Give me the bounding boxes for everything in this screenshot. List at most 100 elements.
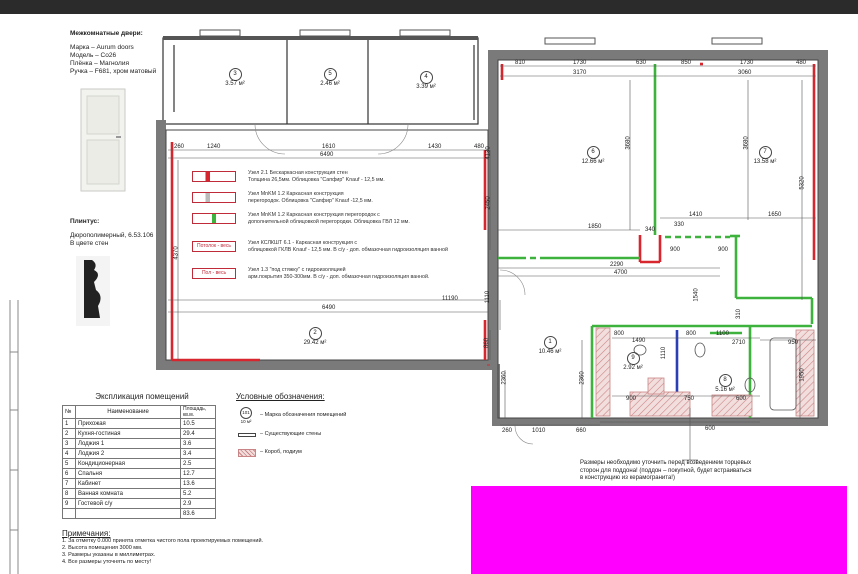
room-marker: 1 10.46 м²	[535, 336, 565, 355]
bath-note: Размеры необходимо уточнить перед возвед…	[580, 460, 752, 481]
legend-text: Узел MnKM 1.2 Каркасная конструкция пере…	[248, 212, 410, 225]
note-item: 3. Размеры указаны в миллиметрах.	[62, 552, 156, 558]
dim-label: 630	[636, 60, 647, 66]
symbols-title: Условные обозначения:	[236, 392, 325, 401]
table-cell: 29.4	[180, 428, 216, 439]
room-number: 7	[758, 146, 772, 159]
dim-label: 660	[576, 428, 587, 434]
table-cell: 4	[62, 448, 76, 459]
dim-label: 950	[788, 340, 799, 346]
table-cell: 1	[62, 418, 76, 429]
room-marker: 4 3.39 м²	[413, 71, 439, 90]
note-item: 1. За отметку 0.000 принята отметка чист…	[62, 538, 264, 544]
dim-label: 1240	[207, 144, 221, 150]
dim-label: 800	[614, 331, 625, 337]
table-cell: 3.6	[180, 438, 216, 449]
legend-row: Узел MnKM 1.2 Каркасная конструкция пере…	[192, 191, 492, 205]
table-row: 3 Лоджия 1 3.6	[62, 438, 216, 449]
legend-text: Узел 1.3 "под стяжку" с гидроизоляцией а…	[248, 267, 430, 280]
dim-label: 600	[705, 426, 716, 432]
table-header-cell: Площадь, кв.м.	[180, 405, 216, 419]
dim-label: 6490	[322, 305, 336, 311]
dim-label: 1110	[661, 346, 668, 360]
dim-label: 2360	[501, 371, 508, 385]
table-row: 8 Ванная комната 5.2	[62, 488, 216, 499]
room-marker: 7 13.58 м²	[750, 146, 780, 165]
table-cell: Прихожая	[75, 418, 181, 429]
room-area: 13.58 м²	[753, 159, 777, 165]
dim-label: 1110	[485, 290, 492, 304]
room-marker: 6 12.66 м²	[578, 146, 608, 165]
dim-label: 4370	[173, 246, 180, 260]
table-cell: Кухня-гостиная	[75, 428, 181, 439]
table-cell: Лоджия 1	[75, 438, 181, 449]
room-number: 1	[543, 336, 557, 349]
notes-title: Примечания:	[62, 529, 111, 538]
legend-text: Узел КСЛКШТ 6.1 - Каркасная конструкция …	[248, 240, 448, 253]
table-row: 6 Спальня 12.7	[62, 468, 216, 479]
room-marker: 3 3.57 м²	[222, 68, 248, 87]
dim-label: 1650	[768, 212, 782, 218]
room-marker-symbol: 101 10 м²	[238, 407, 254, 424]
dim-label: 4700	[614, 270, 628, 276]
box-symbol	[238, 449, 256, 457]
dim-label: 1430	[428, 144, 442, 150]
table-header-cell: Наименование	[75, 405, 181, 419]
dim-label: 310	[736, 308, 743, 320]
explication-table: № Наименование Площадь, кв.м. 1 Прихожая 1…	[62, 405, 216, 519]
dim-label: 850	[681, 60, 692, 66]
table-cell: 10.5	[180, 418, 216, 429]
legend-text: Узел MnKM 1.2 Каркасная конструкция пере…	[248, 191, 373, 204]
table-cell: Лоджия 2	[75, 448, 181, 459]
dim-label: 2360	[579, 371, 586, 385]
room-area: 12.66 м²	[581, 159, 605, 165]
legend-row: Узел MnKM 1.2 Каркасная конструкция пере…	[192, 212, 492, 226]
dim-label: 1950	[799, 368, 806, 382]
table-row: 83.6	[62, 508, 216, 519]
room-number: 3	[228, 68, 242, 81]
room-area: 3.39 м²	[416, 84, 436, 90]
dim-label: 1850	[588, 224, 602, 230]
room-marker: 9 2.92 м²	[620, 352, 646, 371]
dim-label: 1540	[693, 288, 700, 302]
table-row: 1 Прихожая 10.5	[62, 418, 216, 429]
dim-label: 2290	[610, 262, 624, 268]
room-area: 10.46 м²	[538, 349, 562, 355]
legend-swatch	[192, 213, 236, 224]
room-area: 5.16 м²	[715, 387, 735, 393]
dim-label: 2710	[732, 340, 746, 346]
dim-label: 480	[474, 144, 485, 150]
legend-swatch	[192, 171, 236, 182]
table-cell: 9	[62, 498, 76, 509]
table-cell: 13.6	[180, 478, 216, 489]
table-cell: 7	[62, 478, 76, 489]
table-row: 9 Гостевой с/у 2.9	[62, 498, 216, 509]
note-item: 2. Высота помещения 3000 мм.	[62, 545, 143, 551]
table-cell: 6	[62, 468, 76, 479]
dim-label: 3680	[625, 136, 632, 150]
room-marker: 5 2.46 м²	[317, 68, 343, 87]
table-row: 7 Кабинет 13.6	[62, 478, 216, 489]
table-header-cell: №	[62, 405, 76, 419]
table-cell: 3.4	[180, 448, 216, 459]
room-number: 9	[626, 352, 640, 365]
room-number: 6	[586, 146, 600, 159]
legend-row: Пол - весь Узел 1.3 "под стяжку" с гидро…	[192, 267, 492, 281]
table-cell: Спальня	[75, 468, 181, 479]
room-marker: 2 29.42 м²	[300, 327, 330, 346]
table-row: 5 Кондиционерная 2.5	[62, 458, 216, 469]
dim-label: 1730	[573, 60, 587, 66]
dim-label: 1610	[322, 144, 336, 150]
dim-label: 330	[674, 222, 685, 228]
dim-label: 3680	[743, 136, 750, 150]
dim-label: 3170	[573, 70, 587, 76]
dim-label: 900	[670, 247, 681, 253]
table-row: 4 Лоджия 2 3.4	[62, 448, 216, 459]
dim-label: 800	[686, 331, 697, 337]
marker-number: 101	[240, 407, 252, 419]
marker-area: 10 м²	[240, 419, 252, 424]
dim-label: 900	[718, 247, 729, 253]
legend-text: Узел 2.1 Бескаркасная конструкция стен Т…	[248, 170, 385, 183]
dim-label: 900	[626, 396, 637, 402]
table-cell	[62, 508, 76, 519]
